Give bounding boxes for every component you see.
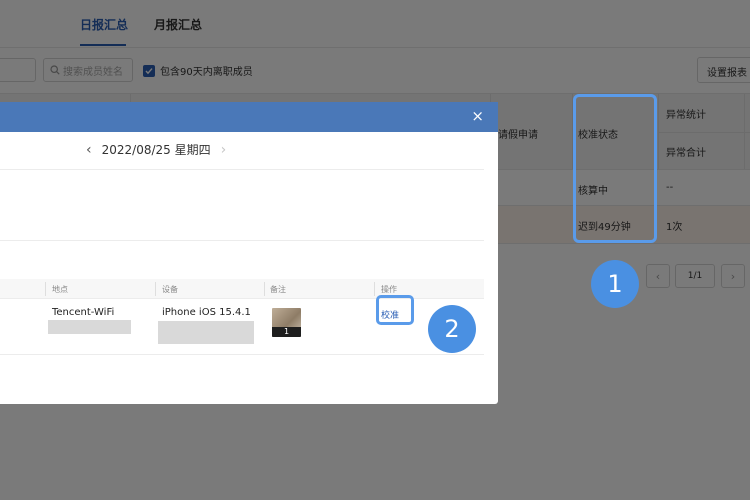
tab-daily-summary[interactable]: 日报汇总 bbox=[80, 16, 128, 33]
photo-count: 1 bbox=[272, 327, 301, 337]
search-icon bbox=[50, 65, 60, 75]
attendance-detail-modal: × ‹ 2022/08/25 星期四 › 地点 设备 备注 操作 Tencent… bbox=[0, 102, 498, 404]
filter-dropdown[interactable] bbox=[0, 58, 36, 82]
abnormal-cell: 1次 bbox=[666, 222, 683, 233]
header-device: 设备 bbox=[162, 285, 178, 294]
date-navigator: ‹ 2022/08/25 星期四 › bbox=[86, 141, 226, 158]
header-leave-request: 请假申请 bbox=[498, 130, 538, 141]
settings-report-button[interactable]: 设置报表 bbox=[697, 57, 750, 83]
header-location: 地点 bbox=[52, 285, 68, 294]
next-day-icon[interactable]: › bbox=[221, 142, 227, 158]
record-device: iPhone iOS 15.4.1 bbox=[162, 307, 251, 318]
redacted-location-detail bbox=[48, 320, 131, 334]
page-indicator: 1/1 bbox=[675, 264, 715, 288]
active-tab-indicator bbox=[80, 44, 126, 46]
tab-monthly-summary[interactable]: 月报汇总 bbox=[154, 16, 202, 33]
record-location: Tencent-WiFi bbox=[52, 307, 115, 318]
prev-day-icon[interactable]: ‹ bbox=[86, 142, 92, 158]
calib-status-highlight bbox=[573, 94, 657, 243]
header-abnormal-stats: 异常统计 bbox=[666, 110, 706, 121]
next-page-button[interactable]: › bbox=[721, 264, 745, 288]
include-resigned-label: 包含90天内离职成员 bbox=[160, 67, 253, 78]
step-badge-2: 2 bbox=[428, 305, 476, 353]
report-tabs: 日报汇总 月报汇总 bbox=[0, 0, 750, 48]
header-action: 操作 bbox=[381, 285, 397, 294]
redacted-device-detail bbox=[158, 321, 254, 344]
member-search-input[interactable]: 搜索成员姓名 bbox=[43, 58, 133, 82]
photo-thumbnail[interactable]: 1 bbox=[272, 308, 301, 337]
header-note: 备注 bbox=[270, 285, 286, 294]
prev-page-button[interactable]: ‹ bbox=[646, 264, 670, 288]
step-badge-1: 1 bbox=[591, 260, 639, 308]
abnormal-cell: -- bbox=[666, 182, 674, 193]
header-abnormal-total: 异常合计 bbox=[666, 148, 706, 159]
modal-date: 2022/08/25 星期四 bbox=[101, 143, 211, 157]
search-placeholder: 搜索成员姓名 bbox=[63, 66, 123, 78]
check-icon[interactable] bbox=[143, 64, 155, 77]
modal-header: × bbox=[0, 102, 498, 132]
close-icon[interactable]: × bbox=[471, 109, 484, 124]
calibrate-highlight bbox=[376, 295, 414, 325]
include-resigned-checkbox[interactable]: 包含90天内离职成员 bbox=[143, 63, 253, 78]
